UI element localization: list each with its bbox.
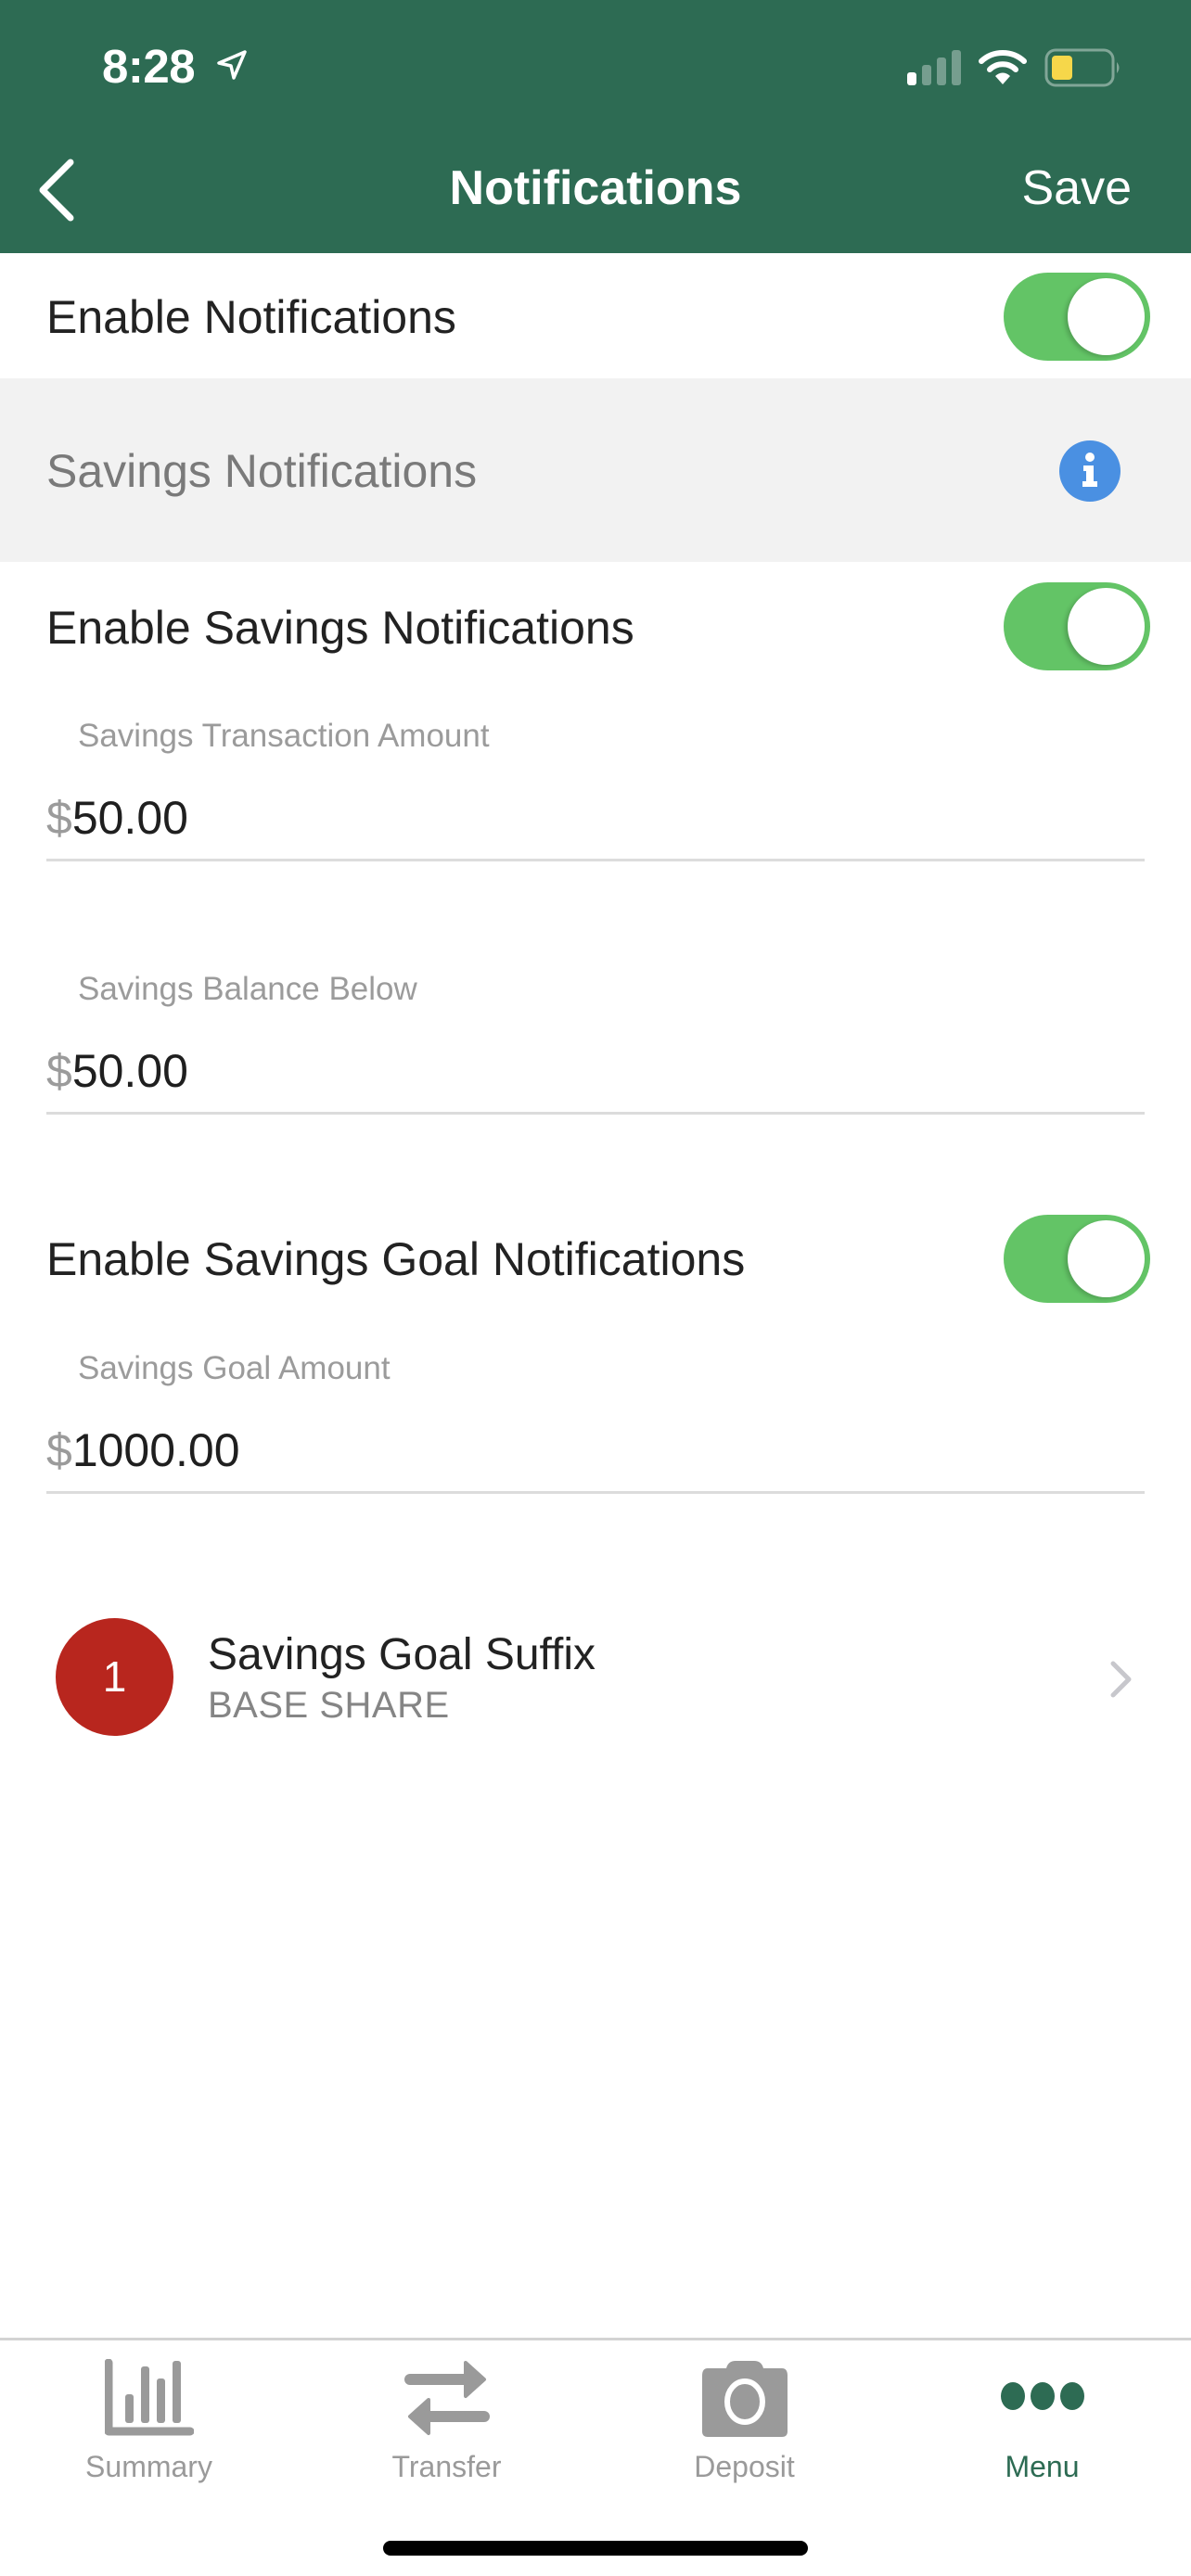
currency-symbol: $ (46, 792, 72, 844)
toggle-knob (1068, 1220, 1145, 1297)
savings-goal-amount-input[interactable]: $1000.00 (46, 1422, 240, 1478)
field-underline (46, 859, 1145, 861)
wifi-icon (979, 50, 1027, 84)
info-button[interactable] (1059, 440, 1121, 502)
savings-balance-below-input[interactable]: $50.00 (46, 1043, 188, 1099)
suffix-title: Savings Goal Suffix (208, 1630, 596, 1679)
toggle-knob (1068, 278, 1145, 355)
info-icon (1082, 453, 1097, 487)
more-dots-icon (1000, 2382, 1084, 2410)
suffix-badge: 1 (56, 1618, 173, 1736)
tab-label: Transfer (391, 2450, 502, 2483)
savings-section-title: Savings Notifications (46, 445, 478, 497)
home-indicator[interactable] (383, 2541, 808, 2556)
toggle-knob (1068, 588, 1145, 665)
field-underline (46, 1491, 1145, 1494)
battery-low-icon (1044, 48, 1120, 87)
location-arrow-icon (217, 50, 247, 80)
enable-savings-notifications-label: Enable Savings Notifications (46, 602, 634, 654)
savings-goal-amount-label: Savings Goal Amount (78, 1350, 391, 1386)
transfer-arrows-icon (403, 2361, 490, 2435)
tab-summary[interactable]: Summary (0, 2346, 298, 2504)
savings-balance-below-label: Savings Balance Below (78, 971, 417, 1007)
tab-label: Summary (85, 2450, 212, 2483)
tab-deposit[interactable]: Deposit (596, 2346, 893, 2504)
tab-transfer[interactable]: Transfer (298, 2346, 596, 2504)
status-time: 8:28 (102, 40, 196, 93)
currency-symbol: $ (46, 1424, 72, 1476)
tab-label: Menu (1005, 2450, 1080, 2483)
enable-savings-notifications-toggle[interactable] (1004, 582, 1150, 670)
save-button[interactable]: Save (1021, 158, 1132, 219)
bar-chart-icon (104, 2359, 194, 2436)
savings-transaction-amount-label: Savings Transaction Amount (78, 718, 490, 754)
field-underline (46, 1112, 1145, 1115)
field-value: 50.00 (71, 792, 188, 844)
camera-icon (701, 2361, 788, 2437)
tab-label: Deposit (694, 2450, 795, 2483)
enable-notifications-toggle[interactable] (1004, 273, 1150, 361)
field-value: 50.00 (71, 1045, 188, 1097)
currency-symbol: $ (46, 1045, 72, 1097)
suffix-subtitle: BASE SHARE (208, 1685, 450, 1726)
page-title: Notifications (449, 161, 742, 215)
cellular-signal-icon (907, 50, 961, 85)
navigation-header: 8:28 Notifications Save (0, 0, 1191, 253)
tab-menu[interactable]: Menu (893, 2346, 1191, 2504)
field-value: 1000.00 (71, 1424, 240, 1476)
savings-transaction-amount-input[interactable]: $50.00 (46, 790, 188, 846)
chevron-right-icon (1110, 1661, 1132, 1698)
enable-savings-goal-notifications-label: Enable Savings Goal Notifications (46, 1233, 746, 1285)
enable-notifications-label: Enable Notifications (46, 291, 456, 343)
enable-savings-goal-notifications-toggle[interactable] (1004, 1215, 1150, 1303)
